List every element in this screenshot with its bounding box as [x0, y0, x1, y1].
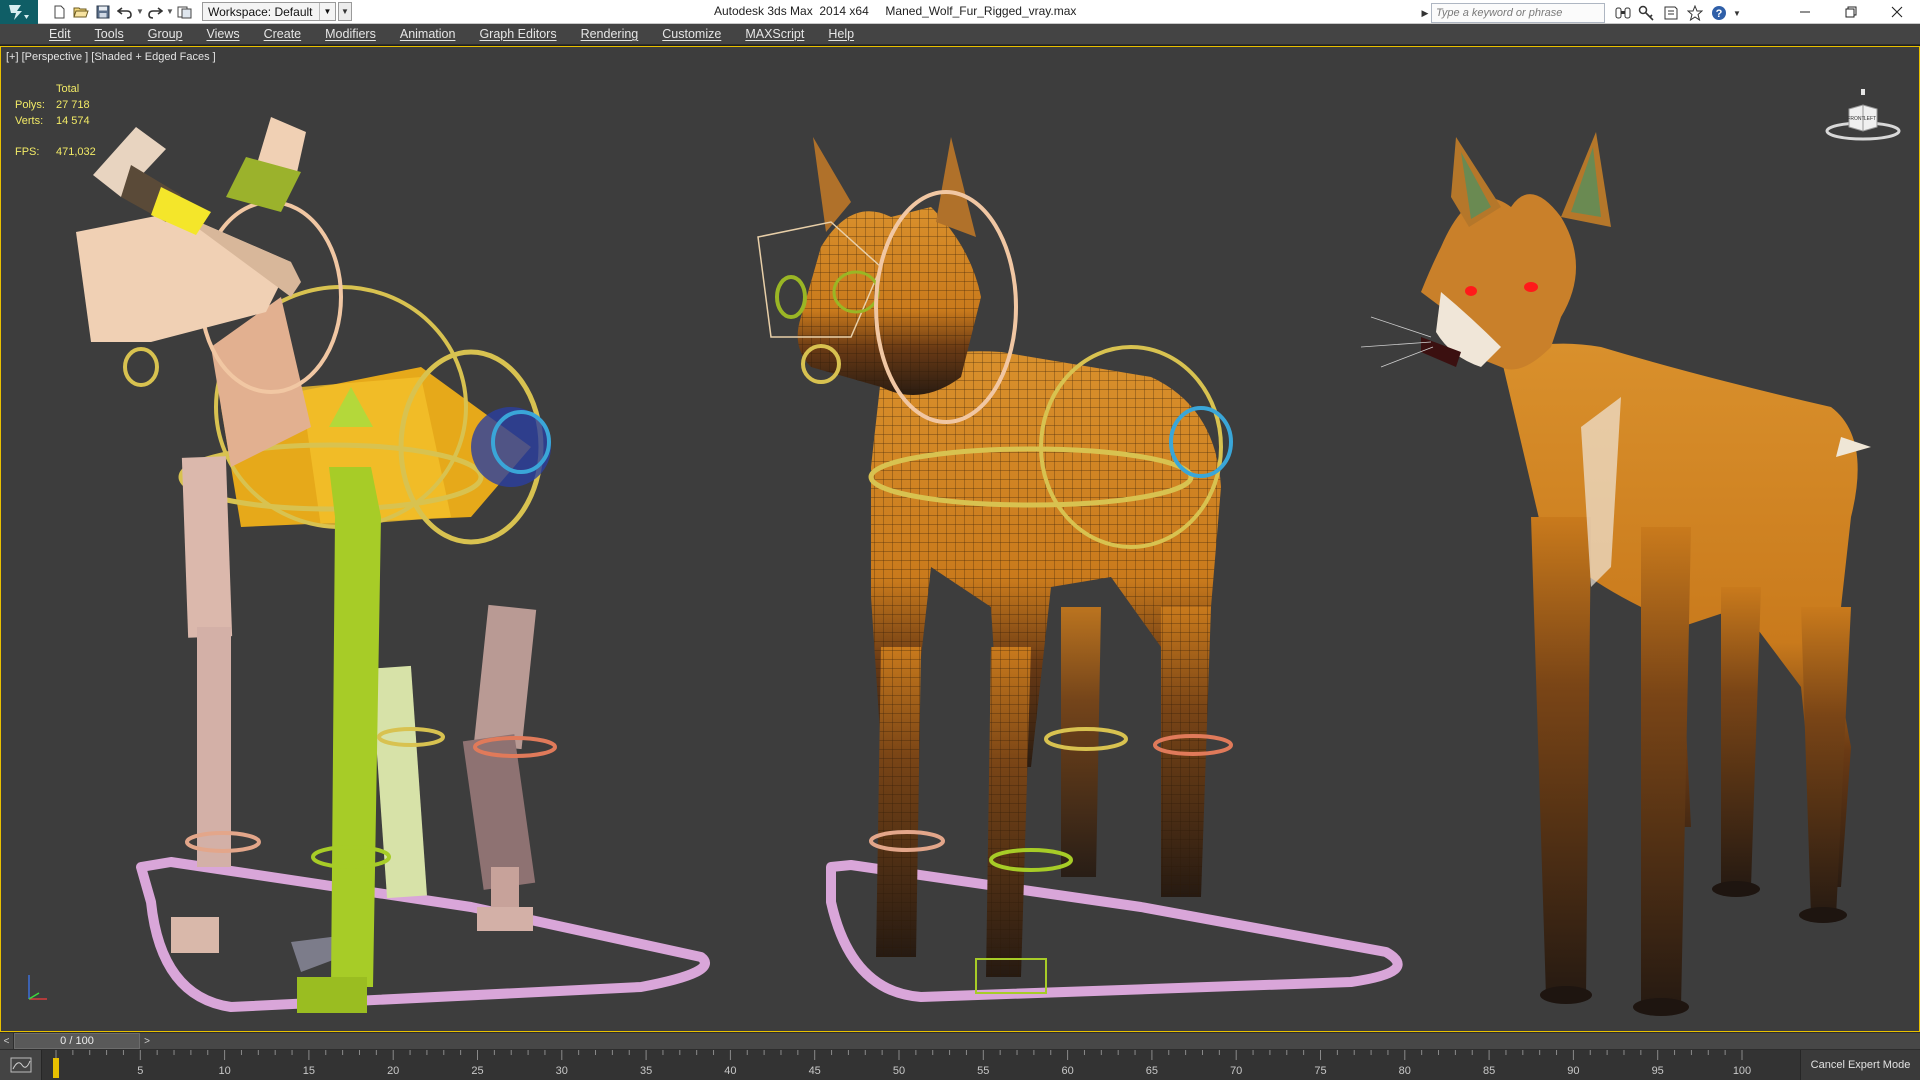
menu-help[interactable]: Help — [828, 27, 854, 41]
ruler-tick-label: 45 — [809, 1065, 821, 1077]
menu-customize[interactable]: Customize — [662, 27, 721, 41]
quick-access-toolbar: ▼ ▼ Workspace: Default ▼ ▼ — [38, 0, 352, 24]
ruler-tick-label: 40 — [724, 1065, 736, 1077]
cancel-expert-mode-button[interactable]: Cancel Expert Mode — [1800, 1050, 1920, 1080]
fps-value: 471,032 — [56, 146, 96, 158]
svg-text:?: ? — [1716, 8, 1723, 20]
favorites-icon[interactable] — [1659, 2, 1683, 24]
window-title: Autodesk 3ds Max 2014 x64 Maned_Wolf_Fur… — [714, 4, 1077, 18]
minimize-icon[interactable] — [1782, 0, 1828, 24]
verts-value: 14 574 — [56, 115, 90, 127]
ruler-tick-label: 65 — [1146, 1065, 1158, 1077]
open-file-icon[interactable] — [70, 1, 92, 23]
new-file-icon[interactable] — [48, 1, 70, 23]
menu-edit[interactable]: Edit — [49, 27, 71, 41]
3dsmax-logo-icon — [9, 4, 29, 20]
time-slider-thumb[interactable]: 0 / 100 — [14, 1033, 140, 1049]
viewport-label[interactable]: [+] [Perspective ] [Shaded + Edged Faces… — [6, 51, 216, 63]
workspace-selector[interactable]: Workspace: Default ▼ — [202, 2, 336, 21]
ruler-tick-label: 85 — [1483, 1065, 1495, 1077]
undo-icon[interactable] — [114, 1, 136, 23]
restore-icon[interactable] — [1828, 0, 1874, 24]
ruler-tick-label: 50 — [893, 1065, 905, 1077]
next-frame-icon[interactable]: > — [140, 1033, 154, 1049]
fps-label: FPS: — [15, 146, 40, 158]
current-frame-marker — [53, 1058, 59, 1078]
menu-tools[interactable]: Tools — [95, 27, 124, 41]
ruler-tick-label: 25 — [471, 1065, 483, 1077]
ruler-tick-label: 55 — [977, 1065, 989, 1077]
mesh-with-rig-model[interactable] — [757, 137, 1403, 1002]
help-icon[interactable]: ? — [1707, 2, 1731, 24]
ruler-tick-label: 90 — [1567, 1065, 1579, 1077]
ruler-tick-label: 80 — [1399, 1065, 1411, 1077]
customize-toolbar-dropdown[interactable]: ▼ — [338, 2, 352, 21]
undo-dropdown-icon[interactable]: ▼ — [136, 1, 144, 23]
time-slider[interactable]: < 0 / 100 > — [0, 1032, 1920, 1050]
rig-controls-model[interactable] — [76, 117, 710, 1013]
application-button[interactable] — [0, 0, 38, 24]
scene-render — [76, 117, 1871, 1016]
ruler-tick-label: 5 — [137, 1065, 143, 1077]
menu-modifiers[interactable]: Modifiers — [325, 27, 376, 41]
home-icon — [1861, 89, 1865, 95]
ruler-tick-label: 20 — [387, 1065, 399, 1077]
menu-group[interactable]: Group — [148, 27, 183, 41]
menu-graph-editors[interactable]: Graph Editors — [479, 27, 556, 41]
ruler-tick-label: 10 — [218, 1065, 230, 1077]
close-icon[interactable] — [1874, 0, 1920, 24]
polys-label: Polys: — [15, 99, 45, 111]
menu-views[interactable]: Views — [206, 27, 239, 41]
viewcube-front-face: FRONT — [1847, 116, 1864, 122]
binoculars-icon[interactable] — [1611, 2, 1635, 24]
collapse-search-icon[interactable]: ▶ — [1419, 3, 1431, 23]
workspace-label: Workspace: Default — [208, 4, 313, 19]
menu-create[interactable]: Create — [264, 27, 302, 41]
redo-dropdown-icon[interactable]: ▼ — [166, 1, 174, 23]
menu-bar: Edit Tools Group Views Create Modifiers … — [0, 24, 1920, 45]
menu-maxscript[interactable]: MAXScript — [745, 27, 804, 41]
ruler-tick-label: 100 — [1733, 1065, 1751, 1077]
save-file-icon[interactable] — [92, 1, 114, 23]
project-folder-icon[interactable] — [174, 1, 196, 23]
redo-icon[interactable] — [144, 1, 166, 23]
window-controls — [1782, 0, 1920, 24]
frame-ruler[interactable]: 0510152025303540455055606570758085909510… — [42, 1050, 1798, 1080]
menu-animation[interactable]: Animation — [400, 27, 456, 41]
menu-rendering[interactable]: Rendering — [581, 27, 639, 41]
chevron-down-icon: ▼ — [319, 3, 335, 20]
stats-header: Total — [56, 83, 80, 95]
ruler-tick-label: 70 — [1230, 1065, 1242, 1077]
search-input[interactable] — [1431, 3, 1605, 23]
perspective-viewport[interactable]: [+] [Perspective ] [Shaded + Edged Faces… — [0, 46, 1920, 1032]
key-tools-icon[interactable] — [1635, 2, 1659, 24]
track-bar: 0510152025303540455055606570758085909510… — [0, 1050, 1920, 1080]
ruler-tick-label: 75 — [1314, 1065, 1326, 1077]
title-bar: ▼ ▼ Workspace: Default ▼ ▼ Autodesk 3ds … — [0, 0, 1920, 24]
star-icon[interactable] — [1683, 2, 1707, 24]
ruler-tick-label: 30 — [556, 1065, 568, 1077]
polys-value: 27 718 — [56, 99, 90, 111]
previous-frame-icon[interactable]: < — [0, 1033, 14, 1049]
ruler-tick-label: 35 — [640, 1065, 652, 1077]
viewcube-left-face: LEFT — [1864, 116, 1876, 122]
verts-label: Verts: — [15, 115, 44, 127]
viewcube[interactable]: FRONT LEFT — [1823, 83, 1903, 143]
ruler-tick-label: 15 — [303, 1065, 315, 1077]
ruler-tick-label: 95 — [1652, 1065, 1664, 1077]
help-dropdown-icon[interactable]: ▼ — [1731, 9, 1743, 18]
ruler-tick-label: 60 — [1061, 1065, 1073, 1077]
mini-curve-editor-icon[interactable] — [0, 1050, 42, 1080]
infocenter: ▶ ? ▼ — [1419, 2, 1743, 24]
statistics-overlay: Total Polys: 27 718 Verts: 14 574 FPS: 471,… — [15, 81, 96, 160]
axis-tripod-icon — [28, 975, 47, 1000]
maned-wolf-render[interactable] — [1360, 132, 1871, 1016]
